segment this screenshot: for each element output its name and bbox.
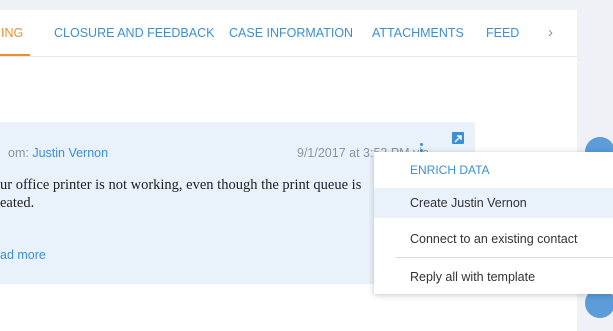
email-from: om: Justin Vernon xyxy=(8,146,108,160)
tab-case-information[interactable]: CASE INFORMATION xyxy=(229,26,353,40)
actions-dropdown-menu: ENRICH DATA Create Justin Vernon Connect… xyxy=(374,152,613,294)
email-body-line: ur office printer is not working, even t… xyxy=(0,177,362,193)
email-body-line: eated. xyxy=(0,195,35,211)
active-tab-indicator xyxy=(0,54,30,56)
from-prefix: om: xyxy=(8,146,33,160)
menu-section-header: ENRICH DATA xyxy=(410,163,490,177)
email-body: ur office printer is not working, even t… xyxy=(0,176,420,212)
menu-item-connect-contact[interactable]: Connect to an existing contact xyxy=(374,224,613,254)
menu-item-create-contact[interactable]: Create Justin Vernon xyxy=(374,188,613,218)
tab-feed[interactable]: FEED xyxy=(486,26,519,40)
menu-divider xyxy=(396,257,613,258)
read-more-link[interactable]: ad more xyxy=(0,248,46,262)
tab-processing[interactable]: ING xyxy=(1,26,23,40)
open-external-icon[interactable] xyxy=(452,132,464,144)
tab-closure-and-feedback[interactable]: CLOSURE AND FEEDBACK xyxy=(54,26,214,40)
menu-item-reply-all-template[interactable]: Reply all with template xyxy=(374,262,613,292)
tab-bar: ING CLOSURE AND FEEDBACK CASE INFORMATIO… xyxy=(0,10,577,57)
tab-attachments[interactable]: ATTACHMENTS xyxy=(372,26,464,40)
chevron-right-icon[interactable]: › xyxy=(548,24,553,41)
sender-name-link[interactable]: Justin Vernon xyxy=(32,146,108,160)
